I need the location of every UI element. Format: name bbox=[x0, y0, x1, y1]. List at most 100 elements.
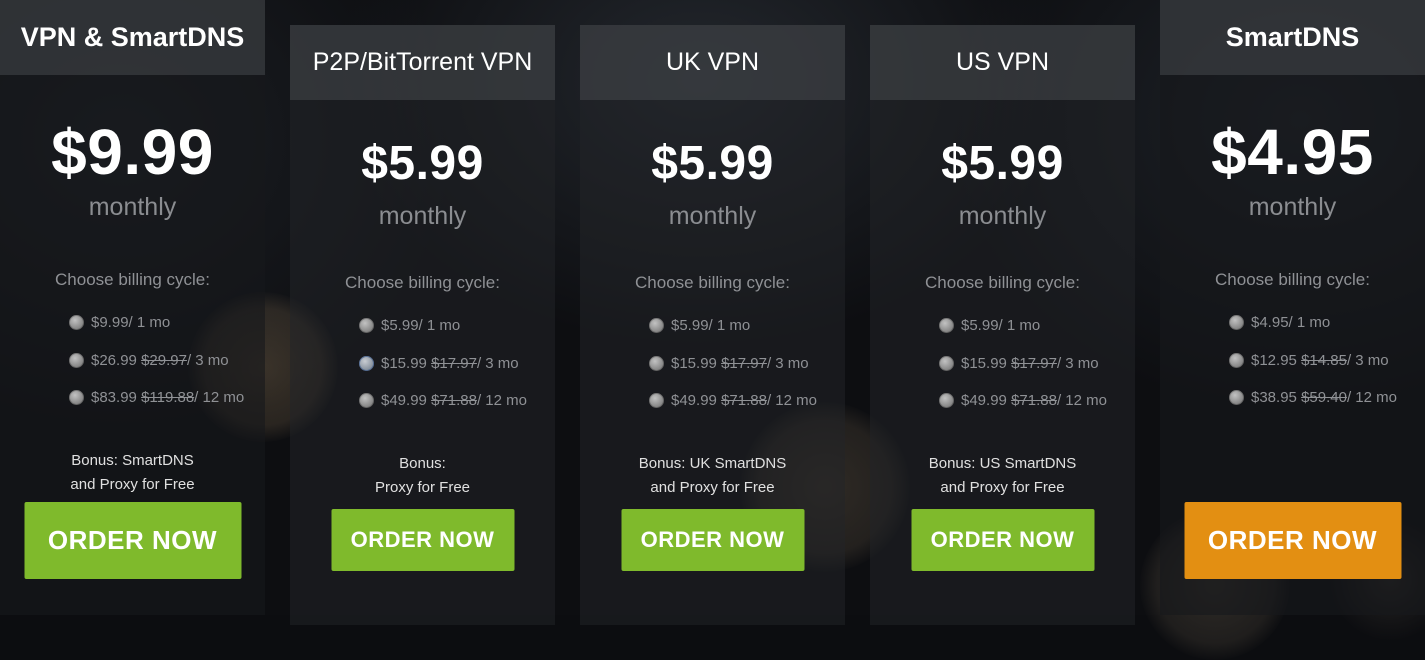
billing-option-3mo[interactable]: $12.95 $14.85 / 3 mo bbox=[1229, 342, 1425, 380]
option-term: / 1 mo bbox=[998, 317, 1041, 335]
option-old-price: $17.97 bbox=[721, 354, 767, 372]
plan-bonus: Bonus: US SmartDNS and Proxy for Free bbox=[870, 452, 1135, 500]
option-old-price: $119.88 bbox=[141, 389, 195, 407]
option-price: $12.95 bbox=[1251, 351, 1297, 369]
option-term: / 3 mo bbox=[766, 354, 809, 372]
option-term: / 12 mo bbox=[1346, 389, 1397, 407]
radio-button[interactable] bbox=[1229, 390, 1244, 406]
plan-header: SmartDNS bbox=[1160, 0, 1425, 75]
option-term: / 1 mo bbox=[418, 317, 461, 335]
option-price: $49.99 bbox=[961, 392, 1007, 410]
radio-button[interactable] bbox=[69, 315, 84, 331]
bonus-line: and Proxy for Free bbox=[70, 475, 195, 493]
plan-period: monthly bbox=[378, 202, 467, 230]
billing-option-3mo[interactable]: $15.99 $17.97 / 3 mo bbox=[359, 345, 555, 383]
option-price: $15.99 bbox=[961, 354, 1007, 372]
plan-title: P2P/BitTorrent VPN bbox=[312, 48, 533, 76]
billing-option-3mo[interactable]: $15.99 $17.97 / 3 mo bbox=[649, 345, 845, 383]
order-now-button[interactable]: ORDER NOW bbox=[331, 509, 514, 571]
billing-cycle-label: Choose billing cycle: bbox=[345, 273, 500, 292]
plan-period: monthly bbox=[668, 202, 757, 230]
bonus-line: Bonus: US SmartDNS bbox=[928, 454, 1077, 472]
plan-card-vpn-smartdns: VPN & SmartDNS $9.99 monthly Choose bill… bbox=[0, 0, 265, 615]
bonus-line: Proxy for Free bbox=[374, 478, 471, 496]
billing-option-1mo[interactable]: $5.99 / 1 mo bbox=[939, 307, 1135, 345]
radio-button[interactable] bbox=[359, 355, 374, 371]
option-price: $5.99 bbox=[961, 317, 999, 335]
radio-button[interactable] bbox=[69, 352, 84, 368]
option-price: $4.95 bbox=[1251, 314, 1289, 332]
billing-option-12mo[interactable]: $83.99 $119.88 / 12 mo bbox=[69, 379, 265, 417]
billing-option-12mo[interactable]: $49.99 $71.88 / 12 mo bbox=[939, 382, 1135, 420]
radio-button[interactable] bbox=[939, 318, 954, 334]
billing-options: $5.99 / 1 mo $15.99 $17.97 / 3 mo $49.99… bbox=[290, 307, 555, 420]
plan-price: $5.99 bbox=[651, 137, 774, 190]
option-price: $83.99 bbox=[91, 389, 137, 407]
billing-option-12mo[interactable]: $49.99 $71.88 / 12 mo bbox=[359, 382, 555, 420]
plan-header: VPN & SmartDNS bbox=[0, 0, 265, 75]
bonus-line: Bonus: UK SmartDNS bbox=[638, 454, 787, 472]
plan-card-smartdns: SmartDNS $4.95 monthly Choose billing cy… bbox=[1160, 0, 1425, 615]
radio-button[interactable] bbox=[359, 393, 374, 409]
option-price: $49.99 bbox=[671, 392, 717, 410]
option-term: / 3 mo bbox=[1346, 351, 1389, 369]
option-old-price: $59.40 bbox=[1301, 389, 1347, 407]
radio-button[interactable] bbox=[649, 318, 664, 334]
radio-button[interactable] bbox=[359, 318, 374, 334]
option-price: $49.99 bbox=[381, 392, 427, 410]
billing-option-1mo[interactable]: $5.99 / 1 mo bbox=[649, 307, 845, 345]
radio-button[interactable] bbox=[1229, 315, 1244, 331]
plan-price: $5.99 bbox=[941, 137, 1064, 190]
billing-cycle-label: Choose billing cycle: bbox=[925, 273, 1080, 292]
billing-option-3mo[interactable]: $15.99 $17.97 / 3 mo bbox=[939, 345, 1135, 383]
plan-price: $9.99 bbox=[51, 116, 214, 188]
plan-title: UK VPN bbox=[665, 48, 760, 76]
plan-header: UK VPN bbox=[580, 25, 845, 100]
option-term: / 1 mo bbox=[708, 317, 751, 335]
radio-button[interactable] bbox=[69, 390, 84, 406]
billing-option-3mo[interactable]: $26.99 $29.97 / 3 mo bbox=[69, 342, 265, 380]
billing-option-12mo[interactable]: $49.99 $71.88 / 12 mo bbox=[649, 382, 845, 420]
plan-title: SmartDNS bbox=[1225, 22, 1360, 52]
billing-option-12mo[interactable]: $38.95 $59.40 / 12 mo bbox=[1229, 379, 1425, 417]
order-now-button[interactable]: ORDER NOW bbox=[621, 509, 804, 571]
plan-bonus: Bonus: UK SmartDNS and Proxy for Free bbox=[580, 452, 845, 500]
option-price: $5.99 bbox=[381, 317, 419, 335]
option-old-price: $17.97 bbox=[1011, 354, 1057, 372]
billing-option-1mo[interactable]: $5.99 / 1 mo bbox=[359, 307, 555, 345]
order-now-button[interactable]: ORDER NOW bbox=[1184, 502, 1401, 579]
plan-bonus: Bonus: Proxy for Free bbox=[290, 452, 555, 500]
option-price: $38.95 bbox=[1251, 389, 1297, 407]
plan-card-us-vpn: US VPN $5.99 monthly Choose billing cycl… bbox=[870, 25, 1135, 625]
option-price: $15.99 bbox=[381, 354, 427, 372]
option-term: / 1 mo bbox=[128, 314, 171, 332]
option-term: / 12 mo bbox=[1056, 392, 1107, 410]
plan-card-p2p-bittorrent-vpn: P2P/BitTorrent VPN $5.99 monthly Choose … bbox=[290, 25, 555, 625]
option-old-price: $17.97 bbox=[431, 354, 477, 372]
plan-period: monthly bbox=[88, 193, 177, 221]
option-old-price: $71.88 bbox=[721, 392, 767, 410]
option-term: / 3 mo bbox=[1056, 354, 1099, 372]
option-old-price: $29.97 bbox=[141, 351, 187, 369]
option-term: / 3 mo bbox=[476, 354, 519, 372]
plan-price: $4.95 bbox=[1211, 116, 1374, 188]
radio-button[interactable] bbox=[1229, 352, 1244, 368]
order-now-button[interactable]: ORDER NOW bbox=[911, 509, 1094, 571]
plan-period: monthly bbox=[958, 202, 1047, 230]
billing-options: $9.99 / 1 mo $26.99 $29.97 / 3 mo $83.99… bbox=[0, 304, 265, 417]
option-price: $5.99 bbox=[671, 317, 709, 335]
radio-button[interactable] bbox=[649, 393, 664, 409]
radio-button[interactable] bbox=[649, 355, 664, 371]
billing-cycle-label: Choose billing cycle: bbox=[55, 270, 210, 289]
radio-button[interactable] bbox=[939, 393, 954, 409]
plan-bonus: Bonus: SmartDNS and Proxy for Free bbox=[0, 449, 265, 497]
option-term: / 3 mo bbox=[186, 351, 229, 369]
billing-option-1mo[interactable]: $9.99 / 1 mo bbox=[69, 304, 265, 342]
plan-title: US VPN bbox=[955, 48, 1050, 76]
radio-button[interactable] bbox=[939, 355, 954, 371]
option-old-price: $71.88 bbox=[431, 392, 477, 410]
option-price: $9.99 bbox=[91, 314, 129, 332]
bonus-line: Bonus: SmartDNS bbox=[71, 451, 194, 469]
order-now-button[interactable]: ORDER NOW bbox=[24, 502, 241, 579]
billing-option-1mo[interactable]: $4.95 / 1 mo bbox=[1229, 304, 1425, 342]
